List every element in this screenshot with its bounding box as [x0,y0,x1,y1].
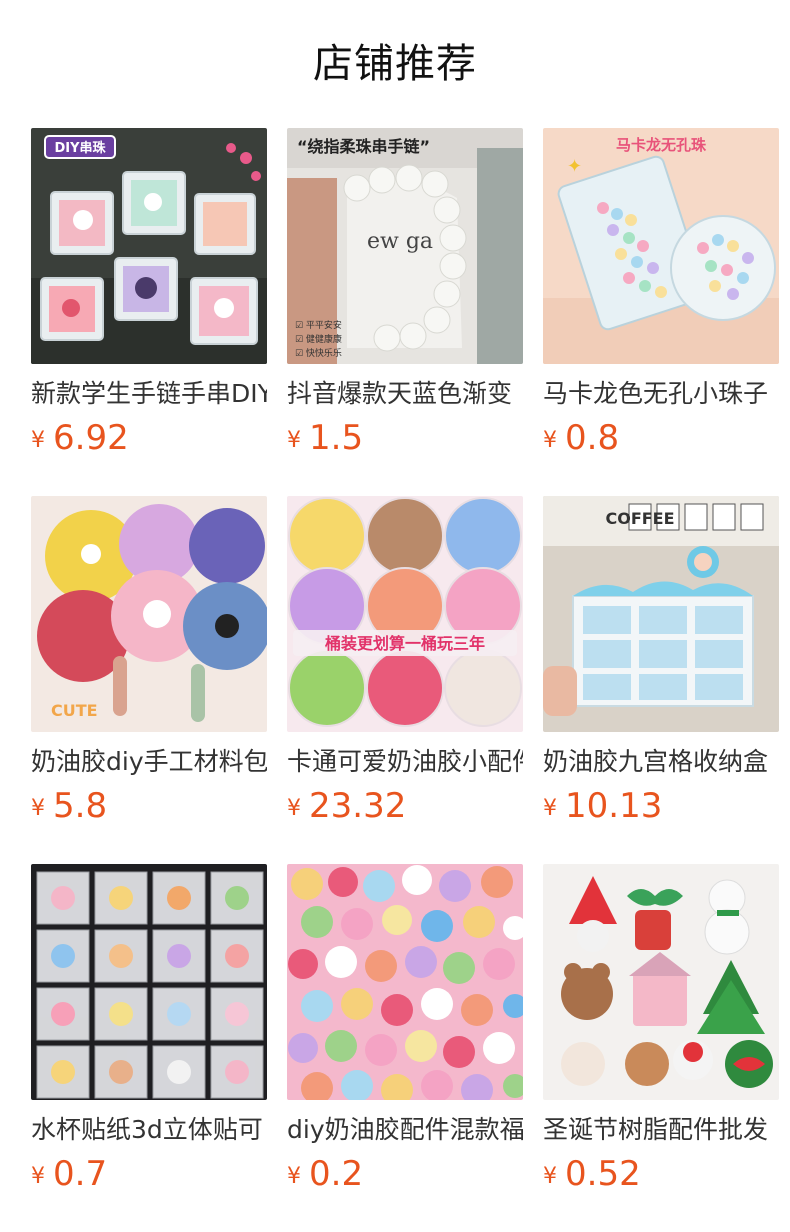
product-price: ¥0.8 [543,418,779,464]
price-amount: 0.2 [309,1154,364,1194]
price-amount: 23.32 [309,786,407,826]
price-amount: 5.8 [53,786,108,826]
product-image[interactable] [543,864,779,1100]
product-name: 奶油胶九宫格收纳盒 [543,747,769,776]
header: 店铺推荐 [0,0,790,128]
product-card[interactable]: DIY串珠 新款学生手链手串DIY ¥6.92 [31,128,267,496]
currency-symbol: ¥ [287,1164,301,1189]
product-image[interactable] [31,864,267,1100]
product-price: ¥5.8 [31,786,267,832]
currency-symbol: ¥ [31,1164,45,1189]
product-card[interactable]: 水杯贴纸3d立体贴可 ¥0.7 [31,864,267,1232]
product-grid: DIY串珠 新款学生手链手串DIY ¥6.92 ew ga ☑ 平平安安 ☑ 健… [31,128,779,1232]
price-amount: 0.7 [53,1154,108,1194]
price-amount: 10.13 [565,786,663,826]
product-card[interactable]: 马卡龙无孔珠 ✦ 马卡龙色无孔小珠子 ¥0.8 [543,128,779,496]
product-image[interactable]: COFFEE [543,496,779,732]
currency-symbol: ¥ [31,428,45,453]
product-image[interactable]: 桶装更划算一桶玩三年 [287,496,523,732]
image-badge-text: 桶装更划算一桶玩三年 [325,634,485,653]
svg-text:☑ 健健康康: ☑ 健健康康 [295,333,342,345]
svg-text:☑ 快快乐乐: ☑ 快快乐乐 [295,347,342,359]
svg-text:ew ga: ew ga [367,229,433,254]
product-price: ¥0.7 [31,1154,267,1200]
product-image[interactable]: DIY串珠 [31,128,267,364]
product-price: ¥10.13 [543,786,779,832]
product-price: ¥1.5 [287,418,523,464]
product-name: 卡通可爱奶油胶小配件 [287,747,523,776]
price-amount: 0.52 [565,1154,641,1194]
image-badge-text: 马卡龙无孔珠 [616,136,707,154]
image-badge-text: “绕指柔珠串手链” [297,137,430,156]
svg-text:☑ 平平安安: ☑ 平平安安 [295,319,342,331]
product-name: 水杯贴纸3d立体贴可 [31,1115,263,1144]
product-name: 抖音爆款天蓝色渐变 [287,379,513,408]
product-price: ¥6.92 [31,418,267,464]
product-image[interactable]: ew ga ☑ 平平安安 ☑ 健健康康 ☑ 快快乐乐 “绕指柔珠串手链” [287,128,523,364]
image-badge-text: COFFEE [605,509,674,528]
product-price: ¥23.32 [287,786,523,832]
svg-text:✦: ✦ [567,156,582,177]
product-card[interactable]: COFFEE 奶油胶九宫格收纳盒 ¥10.13 [543,496,779,864]
page-title: 店铺推荐 [313,41,477,87]
image-badge-text: CUTE [51,701,98,720]
price-amount: 0.8 [565,418,620,458]
currency-symbol: ¥ [543,1164,557,1189]
product-card[interactable]: diy奶油胶配件混款福 ¥0.2 [287,864,523,1232]
product-image[interactable]: 马卡龙无孔珠 ✦ [543,128,779,364]
product-name: 圣诞节树脂配件批发 [543,1115,769,1144]
image-badge-text: DIY串珠 [54,140,106,156]
product-name: 马卡龙色无孔小珠子 [543,379,769,408]
product-price: ¥0.52 [543,1154,779,1200]
product-image[interactable] [287,864,523,1100]
product-name: 奶油胶diy手工材料包 [31,747,267,776]
product-card[interactable]: CUTE 奶油胶diy手工材料包 ¥5.8 [31,496,267,864]
product-card[interactable]: ew ga ☑ 平平安安 ☑ 健健康康 ☑ 快快乐乐 “绕指柔珠串手链” 抖音爆款天… [287,128,523,496]
product-name: 新款学生手链手串DIY [31,379,267,408]
currency-symbol: ¥ [543,428,557,453]
product-price: ¥0.2 [287,1154,523,1200]
product-card[interactable]: 桶装更划算一桶玩三年 卡通可爱奶油胶小配件 ¥23.32 [287,496,523,864]
product-name: diy奶油胶配件混款福 [287,1115,523,1144]
currency-symbol: ¥ [287,796,301,821]
currency-symbol: ¥ [31,796,45,821]
currency-symbol: ¥ [287,428,301,453]
price-amount: 6.92 [53,418,129,458]
price-amount: 1.5 [309,418,364,458]
product-card[interactable]: 圣诞节树脂配件批发 ¥0.52 [543,864,779,1232]
product-image[interactable]: CUTE [31,496,267,732]
currency-symbol: ¥ [543,796,557,821]
